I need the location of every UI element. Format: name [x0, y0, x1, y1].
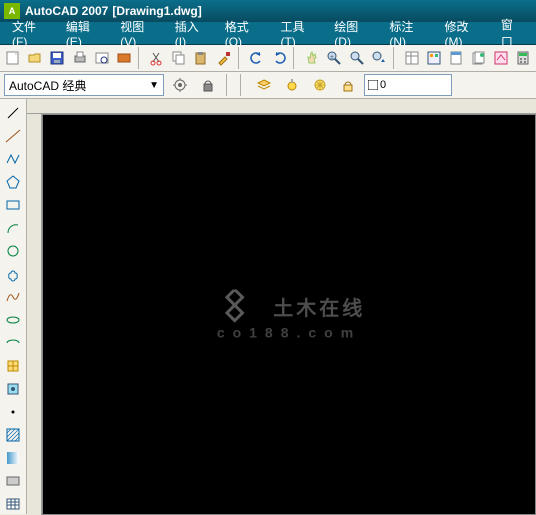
hatch-tool[interactable]	[1, 424, 25, 445]
layer-combo[interactable]: 0	[364, 74, 452, 96]
quickcalc-button[interactable]	[513, 46, 533, 70]
watermark-text1: 土木在线	[273, 298, 365, 320]
menu-bar: 文件(F) 编辑(E) 视图(V) 插入(I) 格式(O) 工具(T) 绘图(D…	[0, 22, 536, 45]
open-button[interactable]	[25, 46, 45, 70]
ellipse-tool[interactable]	[1, 309, 25, 330]
standard-toolbar: ±	[0, 45, 536, 72]
layer-lock-icon[interactable]	[336, 73, 360, 97]
watermark-text2: co188.com	[213, 324, 366, 340]
region-tool[interactable]	[1, 470, 25, 491]
layer-color-swatch	[368, 80, 378, 90]
drawing-canvas[interactable]: 土木在线 co188.com	[42, 114, 536, 515]
publish-button[interactable]	[114, 46, 134, 70]
workspace-settings-button[interactable]	[168, 73, 192, 97]
work-area: 土木在线 co188.com	[0, 99, 536, 514]
layer-manager-button[interactable]	[252, 73, 276, 97]
layer-on-icon[interactable]	[280, 73, 304, 97]
zoom-realtime-button[interactable]: ±	[324, 46, 344, 70]
sheet-set-button[interactable]	[468, 46, 488, 70]
mylock-button[interactable]	[196, 73, 220, 97]
layer-current-name: 0	[380, 79, 386, 91]
watermark: 土木在线 co188.com	[213, 289, 366, 340]
spline-tool[interactable]	[1, 286, 25, 307]
point-tool[interactable]	[1, 401, 25, 422]
line-tool[interactable]	[1, 102, 25, 123]
cut-button[interactable]	[147, 46, 167, 70]
svg-text:±: ±	[330, 54, 334, 61]
workspace-toolbar: AutoCAD 经典 ▼ 0	[0, 72, 536, 99]
arc-tool[interactable]	[1, 217, 25, 238]
undo-button[interactable]	[247, 46, 267, 70]
insert-block-tool[interactable]	[1, 355, 25, 376]
draw-toolbar	[0, 99, 27, 514]
workspace-label: AutoCAD 经典	[9, 77, 86, 94]
circle-tool[interactable]	[1, 240, 25, 261]
rectangle-tool[interactable]	[1, 194, 25, 215]
layer-freeze-icon[interactable]	[308, 73, 332, 97]
ruler-horizontal	[27, 99, 536, 114]
workspace-combo[interactable]: AutoCAD 经典 ▼	[4, 74, 164, 96]
polygon-tool[interactable]	[1, 171, 25, 192]
redo-button[interactable]	[269, 46, 289, 70]
plot-preview-button[interactable]	[92, 46, 112, 70]
polyline-tool[interactable]	[1, 148, 25, 169]
save-button[interactable]	[47, 46, 67, 70]
gradient-tool[interactable]	[1, 447, 25, 468]
drawing-viewport-wrap: 土木在线 co188.com	[27, 99, 536, 514]
ruler-vertical	[27, 114, 42, 515]
chevron-down-icon: ▼	[149, 80, 159, 91]
ellipse-arc-tool[interactable]	[1, 332, 25, 353]
revision-cloud-tool[interactable]	[1, 263, 25, 284]
design-center-button[interactable]	[424, 46, 444, 70]
zoom-previous-button[interactable]	[369, 46, 389, 70]
tool-palettes-button[interactable]	[446, 46, 466, 70]
construction-line-tool[interactable]	[1, 125, 25, 146]
new-button[interactable]	[3, 46, 23, 70]
paste-button[interactable]	[191, 46, 211, 70]
zoom-window-button[interactable]	[347, 46, 367, 70]
properties-button[interactable]	[402, 46, 422, 70]
pan-button[interactable]	[302, 46, 322, 70]
print-button[interactable]	[69, 46, 89, 70]
markup-button[interactable]	[491, 46, 511, 70]
make-block-tool[interactable]	[1, 378, 25, 399]
copy-button[interactable]	[169, 46, 189, 70]
match-props-button[interactable]	[214, 46, 234, 70]
